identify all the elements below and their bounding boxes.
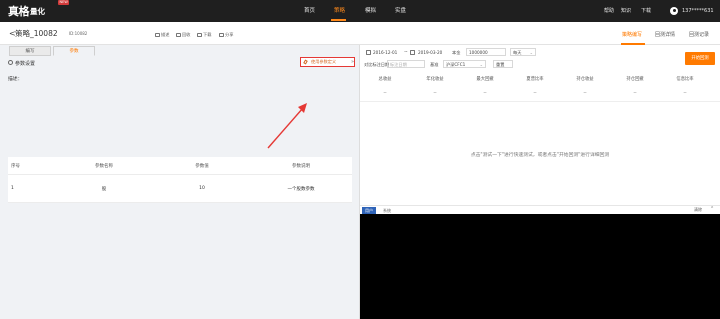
compare-date-input[interactable]: 标注日期 <box>387 60 425 68</box>
strategy-name[interactable]: 策略_10082 <box>15 28 58 39</box>
recycle-icon <box>176 32 181 38</box>
editor-panel: 编写 参数 参数设置 使用参数定义 » 描述： 序号 参数名称 参数值 参数说明… <box>0 45 360 319</box>
frequency-value: 每天 <box>513 50 522 55</box>
table-row[interactable]: 1 股 10 一个股数参数 <box>8 175 352 203</box>
calendar-icon <box>366 50 371 55</box>
stats-headers: 总收益 年化收益 最大回撤 夏普比率 持仓收益 持仓回撤 信息比率 <box>360 76 720 82</box>
capital-input[interactable]: 1000000 <box>466 48 506 56</box>
param-settings-label: 参数设置 <box>15 61 36 67</box>
annotation-arrow <box>267 103 307 149</box>
divider <box>360 101 720 102</box>
stat-max-drawdown-label: 最大回撤 <box>476 77 494 82</box>
stats-values: -- -- -- -- -- -- -- <box>360 91 720 96</box>
strategy-header: < 策略_10082 ID:10082 描述 回收 下载 分享 策略编写 回测详… <box>0 22 720 45</box>
nav-home[interactable]: 首页 <box>304 0 315 22</box>
nav-knowledge[interactable]: 知识 <box>621 0 631 22</box>
tab-system-log[interactable]: 系统 <box>380 207 394 214</box>
col-index: 序号 <box>11 163 20 169</box>
download-button[interactable]: 下载 <box>197 32 211 38</box>
user-avatar-icon[interactable] <box>670 7 678 15</box>
logo[interactable]: 真格 量化 <box>8 4 45 18</box>
stat-total-return: -- <box>383 91 387 96</box>
strategy-id: ID:10082 <box>69 31 88 36</box>
compare-date-placeholder: 标注日期 <box>390 62 407 67</box>
reset-button[interactable]: 重置 <box>493 60 513 68</box>
params-table-header: 序号 参数名称 参数值 参数说明 <box>8 157 352 175</box>
tab-strategy-edit[interactable]: 策略编写 <box>622 31 642 38</box>
stat-annual-return-label: 年化收益 <box>426 77 444 82</box>
chevron-down-icon: ⌄ <box>479 62 483 67</box>
stat-position-drawdown: -- <box>633 91 637 96</box>
custom-params-button[interactable]: 使用参数定义 <box>300 57 355 67</box>
start-backtest-button[interactable]: 开始回测 <box>685 52 715 65</box>
compare-date-label: 对比标注日期 <box>364 62 390 67</box>
stat-sharpe-label: 夏普比率 <box>526 77 544 82</box>
stat-annual-return: -- <box>433 91 437 96</box>
capital-label: 本金 <box>452 50 461 55</box>
stat-sharpe: -- <box>533 91 537 96</box>
stat-position-return: -- <box>583 91 587 96</box>
share-label: 分享 <box>225 32 234 37</box>
stat-max-drawdown: -- <box>483 91 487 96</box>
backtest-panel: 2016-12-01 ~ 2019-03-20 本金 1000000 每天 ⌄ … <box>360 45 720 319</box>
tab-code[interactable]: 编写 <box>9 46 51 56</box>
frequency-select[interactable]: 每天 ⌄ <box>510 48 536 56</box>
benchmark-value: 沪深CFC1 <box>446 62 466 67</box>
top-navbar: 真格 量化 NEW 首页 策略 模拟 实盘 帮助 知识 下载 137*****6… <box>0 0 720 22</box>
stat-position-return-label: 持仓收益 <box>576 77 594 82</box>
nav-download[interactable]: 下载 <box>641 0 651 22</box>
stat-info-ratio: -- <box>683 91 687 96</box>
benchmark-select[interactable]: 沪深CFC1 ⌄ <box>443 60 486 68</box>
tab-user-log[interactable]: 用户 <box>362 207 376 214</box>
new-badge: NEW <box>58 0 70 5</box>
chevron-up-icon[interactable]: ⌃ <box>710 206 714 212</box>
start-date[interactable]: 2016-12-01 <box>373 50 397 55</box>
tab-backtest-history[interactable]: 回测记录 <box>689 31 709 38</box>
share-button[interactable]: 分享 <box>219 32 233 38</box>
describe-icon <box>155 32 160 38</box>
benchmark-label: 基准 <box>430 62 439 67</box>
share-icon <box>219 32 224 38</box>
double-chevron-right-icon[interactable]: » <box>351 59 354 65</box>
backtest-hint: 点击"测试一下"进行快速测试，或者点击"开始回测"进行详细回测 <box>470 153 610 158</box>
console-tabs: 用户 系统 清除 ⌃ <box>360 205 720 214</box>
editor-tabs: 编写 参数 <box>9 46 95 56</box>
col-param-value: 参数值 <box>195 163 209 169</box>
col-param-name: 参数名称 <box>95 163 113 169</box>
chevron-down-icon: ⌄ <box>529 50 533 55</box>
download-label: 下载 <box>203 32 212 37</box>
recycle-button[interactable]: 回收 <box>176 32 190 38</box>
cell-param-desc: 一个股数参数 <box>287 186 315 192</box>
cell-index: 1 <box>11 186 14 191</box>
stat-info-ratio-label: 信息比率 <box>676 77 694 82</box>
cell-param-value[interactable]: 10 <box>154 175 250 202</box>
download-icon <box>197 32 202 38</box>
describe-button[interactable]: 描述 <box>155 32 169 38</box>
user-phone[interactable]: 137*****631 <box>682 0 714 22</box>
end-date[interactable]: 2019-03-20 <box>418 50 442 55</box>
nav-simulation[interactable]: 模拟 <box>365 0 376 22</box>
col-param-desc: 参数说明 <box>292 163 310 169</box>
clear-log-button[interactable]: 清除 <box>694 207 702 213</box>
nav-help[interactable]: 帮助 <box>604 0 614 22</box>
describe-label: 描述 <box>161 32 170 37</box>
nav-live[interactable]: 实盘 <box>395 0 406 22</box>
log-console[interactable] <box>360 214 720 319</box>
nav-active-underline <box>331 19 346 21</box>
recycle-label: 回收 <box>182 32 191 37</box>
stat-position-drawdown-label: 持仓回撤 <box>626 77 644 82</box>
stat-total-return-label: 总收益 <box>378 77 392 82</box>
params-table: 序号 参数名称 参数值 参数说明 1 股 10 一个股数参数 <box>8 157 352 203</box>
gear-icon <box>8 60 13 65</box>
logo-sub-text: 量化 <box>30 6 45 16</box>
calendar-icon <box>410 50 415 55</box>
logo-main-text: 真格 <box>8 5 30 18</box>
cell-param-name: 股 <box>101 186 107 192</box>
tab-params[interactable]: 参数 <box>53 46 95 56</box>
description-label: 描述： <box>8 77 23 82</box>
tab-backtest-detail[interactable]: 回测详情 <box>655 31 675 38</box>
date-separator: ~ <box>404 50 408 55</box>
